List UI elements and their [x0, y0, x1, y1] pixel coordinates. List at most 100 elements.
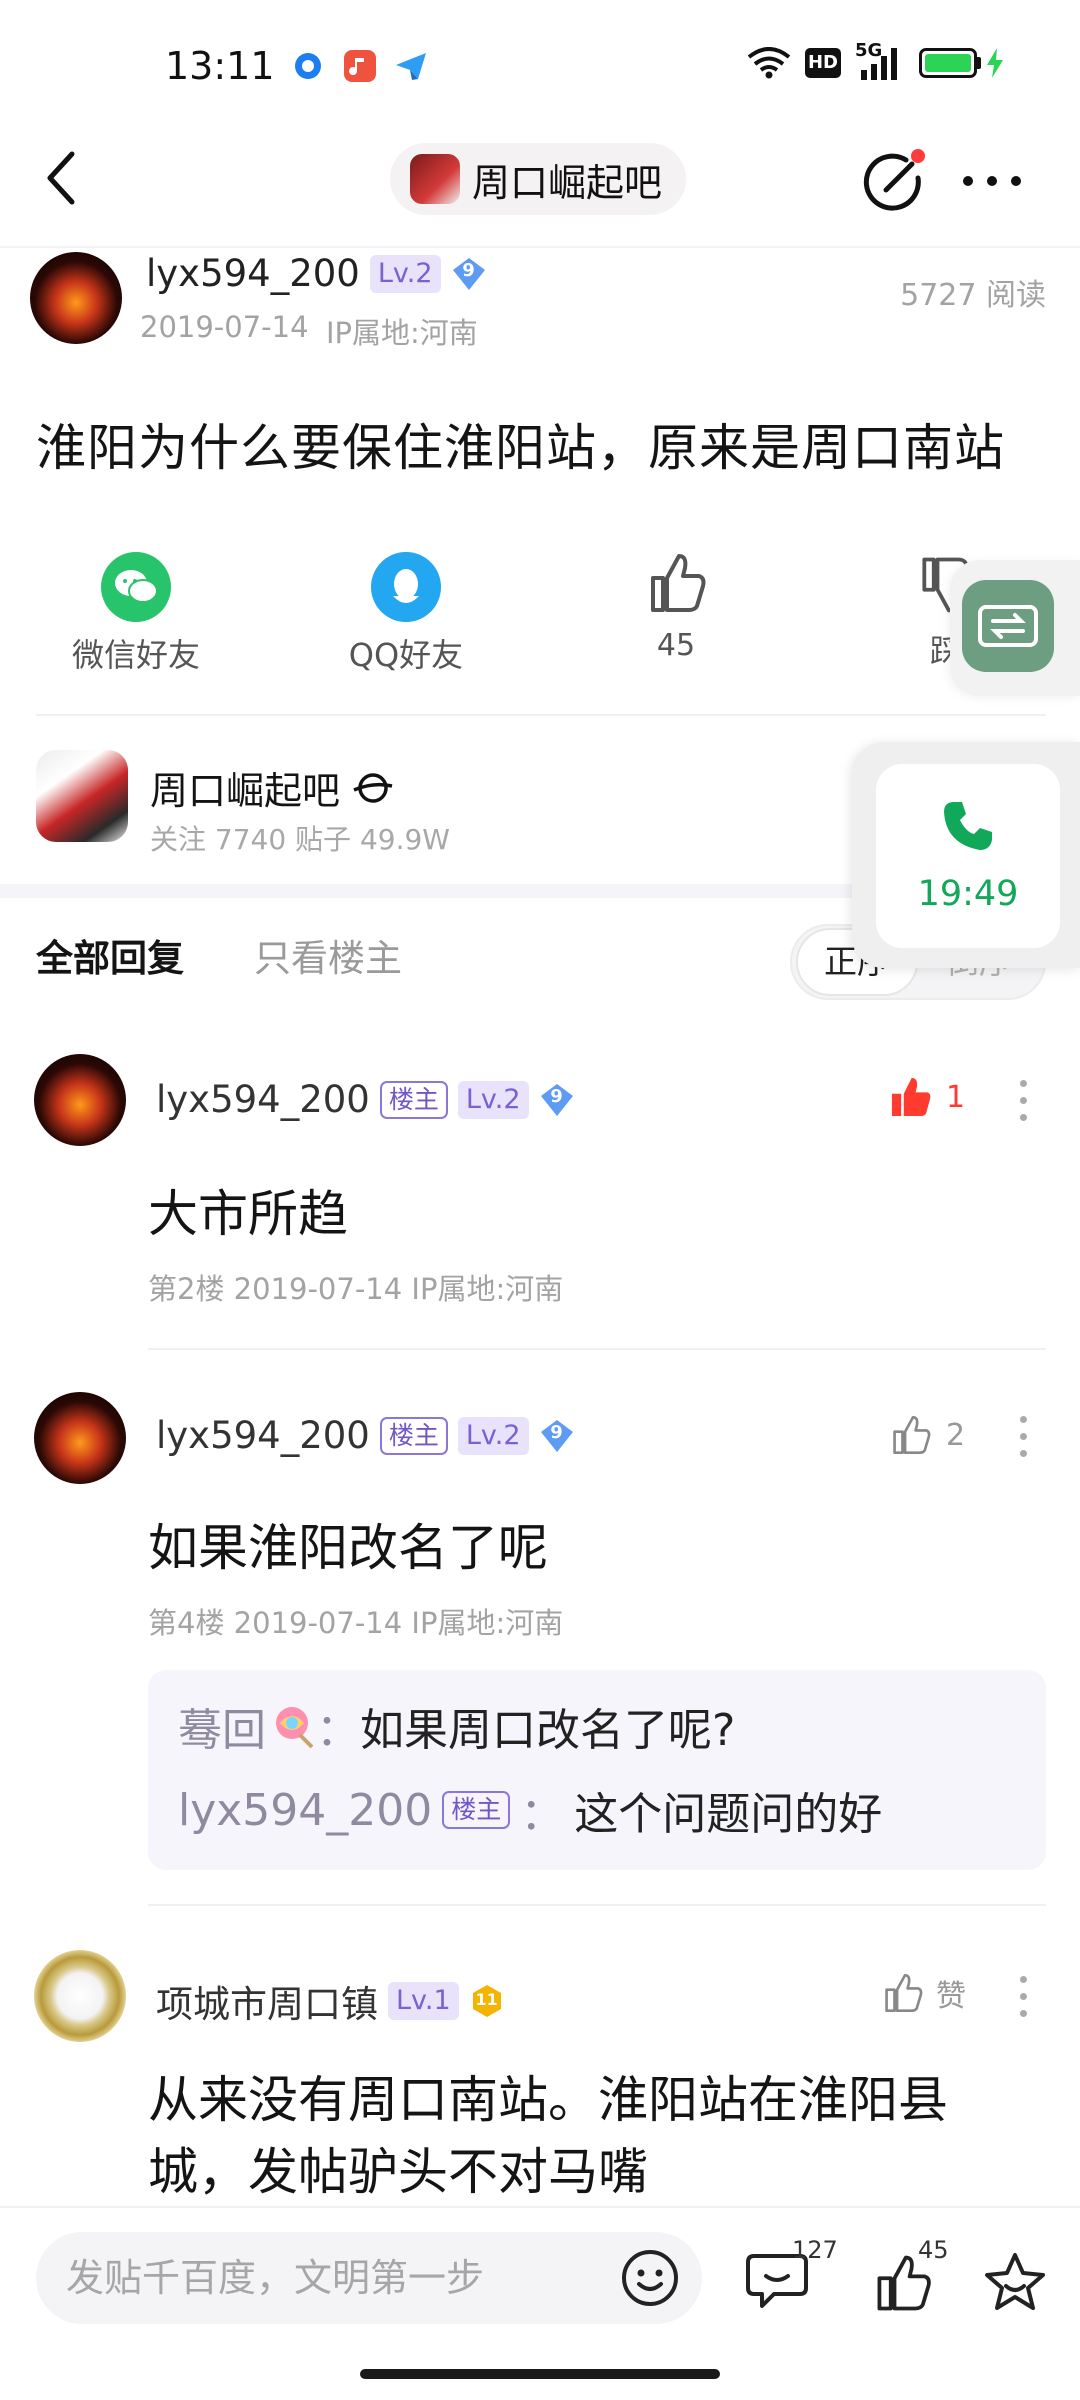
share-wechat-label: 微信好友 — [71, 636, 200, 674]
sub-reply: 蓦回 ： 如果周口改名了呢? — [178, 1694, 735, 1758]
read-count: 5727 阅读 — [900, 278, 1046, 313]
reply-body: 如果淮阳改名了呢 — [148, 1519, 548, 1577]
reply-body: 大市所趋 — [148, 1185, 348, 1243]
reply-meta: 第2楼 2019-07-14 IP属地:河南 — [148, 1272, 564, 1306]
level-badge: Lv.2 — [369, 254, 441, 293]
sub-reply-sep: ： — [520, 1789, 565, 1840]
signal-icon: 5G — [855, 40, 905, 80]
reply-input-container[interactable] — [36, 2232, 702, 2324]
author-line: lyx594_200 Lv.2 9 — [146, 252, 487, 295]
screen-share-icon — [978, 605, 1038, 647]
star-icon — [985, 2253, 1045, 2310]
comment-count: 127 — [792, 2236, 838, 2264]
wechat-icon — [101, 552, 171, 622]
sub-reply-author[interactable]: 蓦回 — [178, 1694, 266, 1758]
reply-author-line: 项城市周口镇 Lv.1 11 — [156, 1974, 505, 2028]
reply-like-count: 1 — [946, 1079, 966, 1115]
call-timer: 19:49 — [917, 874, 1019, 914]
emoji-button[interactable] — [618, 2246, 682, 2314]
reply-divider — [148, 1904, 1046, 1906]
favorite-button[interactable] — [982, 2250, 1048, 2320]
reply-like-button[interactable]: 2 — [888, 1412, 965, 1458]
forum-name-row[interactable]: 周口崛起吧 — [150, 760, 394, 815]
planet-icon — [353, 772, 393, 803]
send-app-icon — [394, 50, 426, 82]
back-button[interactable] — [38, 148, 88, 208]
post-date: 2019-07-14 — [140, 310, 309, 344]
forum-name: 周口崛起吧 — [150, 769, 341, 813]
reply-author-name[interactable]: 项城市周口镇 — [156, 1974, 378, 2028]
reply-like-button[interactable]: 赞 — [880, 1970, 966, 2016]
reply-author-name[interactable]: lyx594_200 — [156, 1078, 370, 1121]
host-badge: 楼主 — [379, 1080, 448, 1119]
post-title: 淮阳为什么要保住淮阳站，原来是周口南站 — [36, 419, 1005, 477]
battery-icon — [919, 48, 1005, 78]
host-badge: 楼主 — [379, 1416, 448, 1455]
like-post-count: 45 — [656, 628, 696, 663]
tab-all-replies[interactable]: 全部回复 — [36, 928, 184, 982]
phone-icon — [940, 798, 996, 858]
level-badge: Lv.2 — [457, 1080, 529, 1119]
status-time: 13:11 — [165, 44, 275, 88]
comment-button[interactable]: 127 — [744, 2236, 844, 2322]
reply-avatar[interactable] — [34, 1054, 126, 1146]
reply-more-button[interactable] — [1018, 1080, 1028, 1124]
emoji-icon — [622, 2250, 678, 2306]
thumbs-up-icon — [651, 554, 706, 612]
reply-author-name[interactable]: lyx594_200 — [156, 1414, 370, 1457]
level-badge: Lv.2 — [457, 1416, 529, 1455]
reply-meta: 第4楼 2019-07-14 IP属地:河南 — [148, 1606, 564, 1640]
level-medal-badge: 11 — [469, 1983, 505, 2019]
sub-reply: lyx594_200 楼主 ： 这个问题问的好 — [178, 1778, 882, 1842]
sub-reply-text: 如果周口改名了呢? — [360, 1705, 736, 1756]
music-app-icon — [344, 50, 376, 82]
sub-reply-sep: ： — [316, 1705, 360, 1756]
sub-reply-author[interactable]: lyx594_200 — [178, 1785, 432, 1836]
floating-screen-share-button[interactable] — [962, 580, 1054, 672]
qq-icon — [371, 552, 441, 622]
status-right-icons: HD 5G — [747, 40, 1005, 80]
forum-pill-label: 周口崛起吧 — [472, 160, 663, 205]
reply-like-count: 2 — [946, 1417, 966, 1453]
reply-avatar[interactable] — [34, 1392, 126, 1484]
reply-like-button[interactable]: 1 — [888, 1074, 965, 1120]
reply-avatar[interactable] — [34, 1950, 126, 2042]
diamond-badge: 9 — [451, 256, 487, 292]
chevron-left-icon — [47, 151, 75, 205]
reply-more-button[interactable] — [1018, 1976, 1028, 2020]
browser-app-icon — [292, 50, 324, 82]
reply-divider — [148, 1348, 1046, 1350]
share-wechat[interactable]: 微信好友 — [66, 552, 206, 676]
more-dots-icon — [963, 176, 1021, 186]
author-name[interactable]: lyx594_200 — [146, 252, 360, 295]
level-badge: Lv.1 — [388, 1982, 459, 2020]
lollipop-icon — [276, 1707, 314, 1749]
thumbs-up-filled-icon — [891, 1077, 931, 1117]
host-badge: 楼主 — [442, 1791, 511, 1829]
thumbs-up-icon — [885, 1973, 923, 2013]
diamond-badge: 9 — [539, 1418, 575, 1454]
more-button[interactable] — [960, 166, 1024, 196]
reply-like-label: 赞 — [936, 1979, 966, 2014]
forum-pill[interactable]: 周口崛起吧 — [390, 143, 687, 215]
edit-button[interactable] — [862, 148, 928, 214]
edit-icon — [863, 149, 925, 211]
reply-more-button[interactable] — [1018, 1416, 1028, 1460]
post-ip: IP属地:河南 — [326, 316, 478, 350]
reply-author-line: lyx594_200 楼主 Lv.2 9 — [156, 1414, 575, 1457]
forum-logo[interactable] — [36, 750, 128, 842]
reply-input[interactable] — [66, 2232, 626, 2324]
like-post-button[interactable]: 45 — [606, 548, 746, 663]
bottom-like-count: 45 — [918, 2236, 949, 2264]
share-qq-label: QQ好友 — [348, 636, 464, 674]
thumbs-up-icon — [893, 1415, 931, 1455]
author-avatar[interactable] — [30, 252, 122, 344]
tab-host-only[interactable]: 只看楼主 — [254, 928, 402, 982]
forum-stats: 关注 7740 贴子 49.9W — [150, 823, 450, 856]
home-indicator[interactable] — [360, 2369, 720, 2379]
sub-reply-box[interactable]: 蓦回 ： 如果周口改名了呢? lyx594_200 楼主 ： 这个问题问的好 — [148, 1670, 1046, 1870]
bottom-like-button[interactable]: 45 — [870, 2236, 960, 2322]
share-qq[interactable]: QQ好友 — [336, 552, 476, 676]
wifi-icon — [747, 47, 791, 79]
header-divider — [0, 246, 1080, 248]
